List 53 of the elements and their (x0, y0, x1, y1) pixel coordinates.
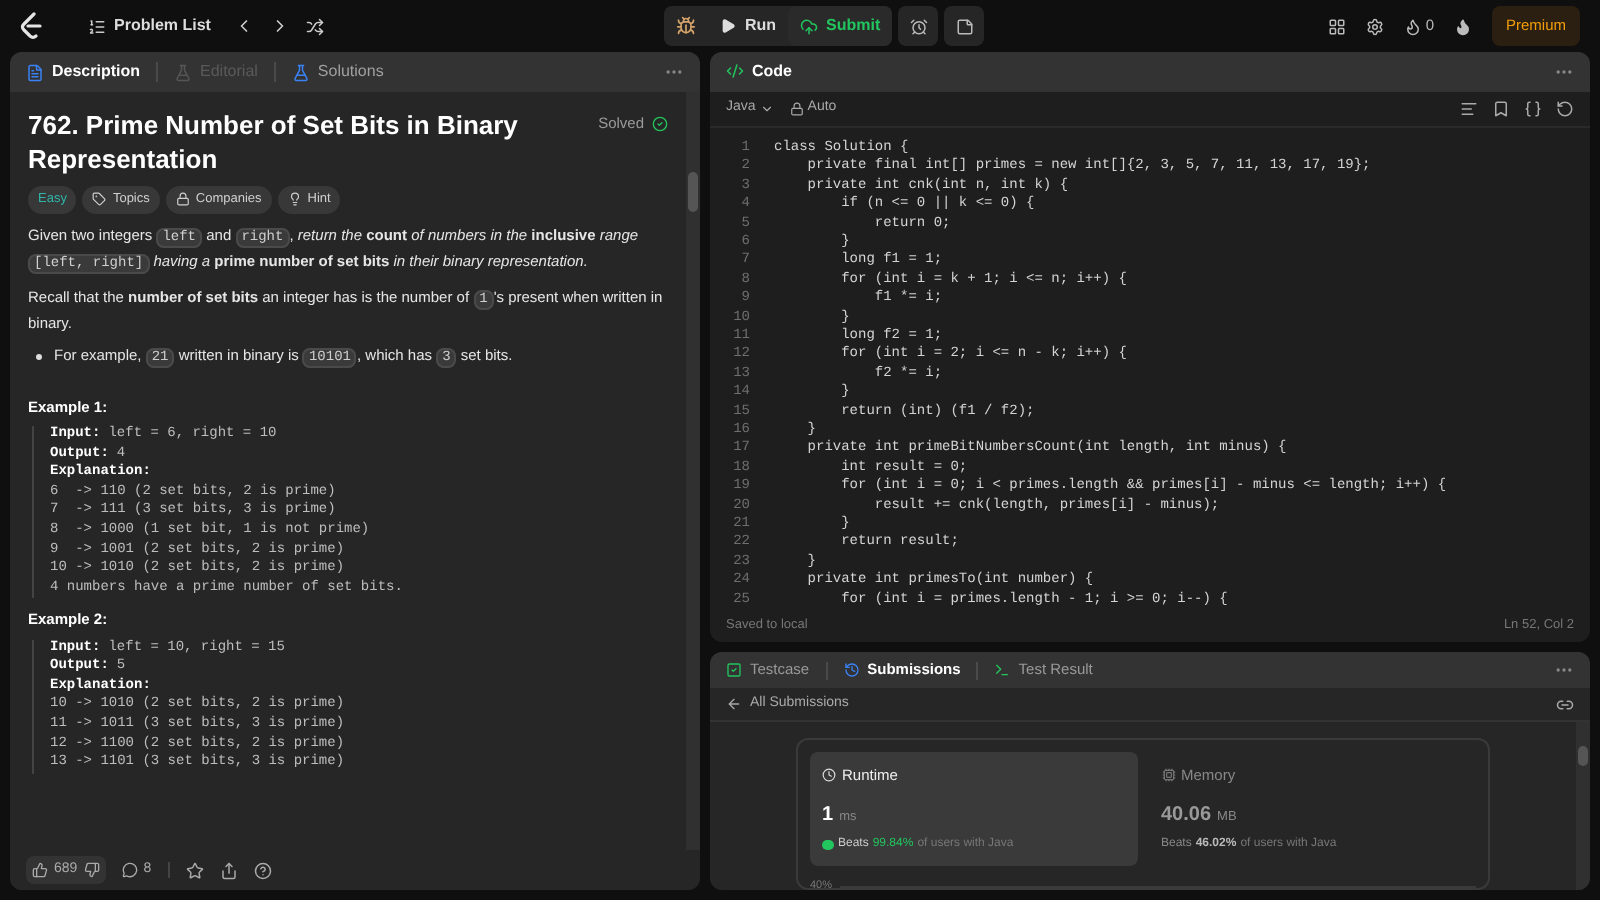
scrollbar[interactable] (686, 92, 700, 850)
panel-title: Code (752, 59, 792, 84)
back-icon[interactable] (726, 696, 742, 712)
alarm-icon (909, 17, 928, 35)
tag-icon (287, 192, 302, 207)
beats-icon (822, 840, 834, 851)
shuffle-icon[interactable] (306, 17, 325, 35)
bullet-icon (36, 353, 42, 360)
problem-title: 762. Prime Number of Set Bits in Binary Representation (28, 108, 520, 176)
stat-icon (822, 768, 836, 783)
format-icon[interactable] (1460, 99, 1478, 118)
run-button[interactable]: Run (708, 14, 789, 38)
reset-icon[interactable] (1556, 99, 1574, 118)
notes-button[interactable] (944, 6, 985, 46)
debug-icon[interactable] (676, 16, 697, 36)
stat-value: 1 (822, 802, 834, 831)
panel-tab[interactable]: Solutions (291, 60, 384, 84)
streak-icon[interactable] (1403, 17, 1422, 35)
tab-icon (26, 63, 44, 81)
help-icon[interactable] (253, 861, 272, 879)
tab-icon (843, 662, 860, 678)
star-icon[interactable] (185, 861, 204, 879)
dislike-icon[interactable] (83, 862, 100, 878)
check-icon (652, 115, 668, 132)
bookmark-icon[interactable] (1492, 99, 1510, 118)
lock-icon (789, 101, 804, 116)
upload-icon (800, 17, 819, 35)
stat-value: 40.06 (1161, 802, 1212, 831)
tab-icon (174, 63, 193, 81)
link-icon[interactable] (1556, 695, 1574, 713)
tag-icon (175, 192, 190, 207)
like-icon[interactable] (32, 862, 48, 878)
play-icon (720, 18, 737, 34)
tag-icon (92, 192, 107, 207)
stat-icon (1161, 768, 1175, 783)
scrollbar[interactable] (1576, 722, 1590, 890)
chevron-down-icon (759, 101, 774, 116)
settings-icon[interactable] (1365, 17, 1384, 35)
tab-icon (726, 662, 742, 678)
layout-icon[interactable] (1327, 17, 1346, 35)
panel-tab[interactable]: Description (26, 60, 141, 84)
list-icon (88, 17, 106, 35)
comment-icon[interactable] (121, 862, 138, 878)
braces-icon[interactable] (1524, 99, 1542, 118)
code-icon (726, 62, 744, 81)
flame-icon[interactable] (1453, 17, 1472, 35)
problem-list-link[interactable]: Problem List (114, 14, 211, 38)
submit-button[interactable]: Submit (788, 6, 893, 46)
tab-icon (994, 662, 1011, 678)
tab-icon (291, 63, 310, 81)
timer-button[interactable] (898, 6, 939, 46)
share-icon[interactable] (219, 861, 238, 879)
note-icon (955, 17, 974, 35)
